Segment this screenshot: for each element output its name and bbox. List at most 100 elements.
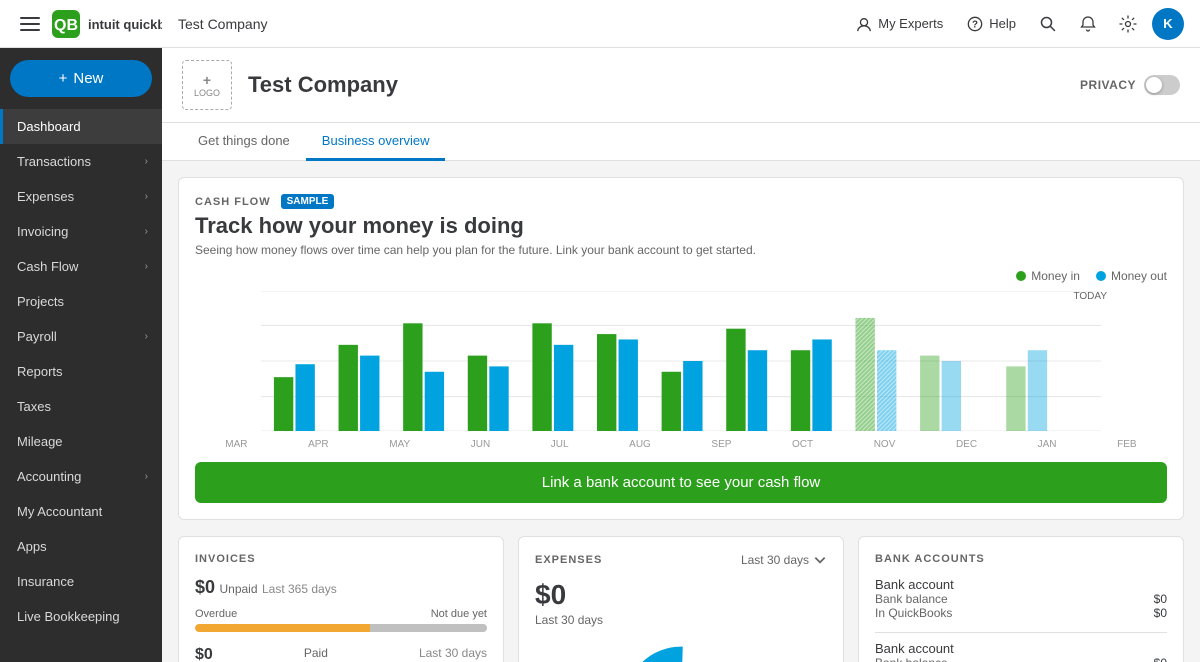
money-out-dot	[1096, 271, 1106, 281]
gear-icon	[1119, 15, 1137, 33]
cash-flow-card: CASH FLOW SAMPLE Track how your money is…	[178, 177, 1184, 520]
cash-flow-title: CASH FLOW	[195, 196, 271, 208]
sidebar-item-insurance[interactable]: Insurance	[0, 564, 162, 599]
sidebar-item-payroll[interactable]: Payroll ›	[0, 319, 162, 354]
not-due-fill	[370, 624, 487, 632]
sidebar: + New Dashboard Transactions › Expenses …	[0, 48, 162, 662]
sidebar-item-dashboard[interactable]: Dashboard	[0, 109, 162, 144]
month-may: MAY	[389, 439, 410, 450]
experts-icon	[856, 16, 872, 32]
paid-days: Last 30 days	[419, 646, 487, 662]
sidebar-item-apps[interactable]: Apps	[0, 529, 162, 564]
nav-company-name: Test Company	[178, 16, 267, 32]
legend-money-in: Money in	[1016, 269, 1080, 283]
bottom-cards: INVOICES $0 Unpaid Last 365 days Overdue…	[178, 536, 1184, 662]
privacy-label: PRIVACY	[1080, 78, 1136, 92]
chevron-right-icon: ›	[145, 471, 148, 482]
sample-badge: SAMPLE	[281, 194, 335, 209]
cash-flow-header: CASH FLOW SAMPLE	[195, 194, 1167, 209]
link-bank-button[interactable]: Link a bank account to see your cash flo…	[195, 462, 1167, 503]
bank-accounts-card: BANK ACCOUNTS Bank account Bank balance …	[858, 536, 1184, 662]
paid-amount: $0	[195, 646, 213, 662]
chart-legend: Money in Money out	[195, 269, 1167, 283]
month-apr: APR	[308, 439, 329, 450]
tab-business-overview[interactable]: Business overview	[306, 123, 446, 161]
expenses-card: EXPENSES Last 30 days $0 Last 30 days	[518, 536, 844, 662]
search-icon	[1039, 15, 1057, 33]
page-tabs: Get things done Business overview	[162, 123, 1200, 161]
svg-text:?: ?	[972, 19, 978, 30]
sidebar-item-accounting[interactable]: Accounting ›	[0, 459, 162, 494]
month-mar: MAR	[225, 439, 247, 450]
month-jun: JUN	[471, 439, 490, 450]
month-oct: OCT	[792, 439, 813, 450]
today-label: TODAY	[1073, 291, 1107, 302]
sidebar-item-projects[interactable]: Projects	[0, 284, 162, 319]
privacy-toggle-switch[interactable]	[1144, 75, 1180, 95]
hamburger-button[interactable]	[16, 13, 44, 35]
paid-label: Paid	[304, 646, 328, 662]
company-logo-box[interactable]: + LOGO	[182, 60, 232, 110]
svg-text:QB: QB	[54, 17, 78, 34]
nav-actions: My Experts ? Help K	[848, 8, 1184, 40]
sidebar-item-invoicing[interactable]: Invoicing ›	[0, 214, 162, 249]
legend-money-out: Money out	[1096, 269, 1167, 283]
cash-flow-subtext: Seeing how money flows over time can hel…	[195, 243, 1167, 257]
bank-account-name-0: Bank account	[875, 577, 1167, 592]
nav-logo: QB intuit quickbooks	[16, 10, 162, 38]
sidebar-item-cashflow[interactable]: Cash Flow ›	[0, 249, 162, 284]
expense-donut-area	[535, 637, 827, 662]
svg-text:intuit quickbooks: intuit quickbooks	[88, 17, 162, 32]
toggle-knob	[1146, 77, 1162, 93]
content-area: + LOGO Test Company PRIVACY Get things d…	[162, 48, 1200, 662]
tab-get-things-done[interactable]: Get things done	[182, 123, 306, 161]
sidebar-item-reports[interactable]: Reports	[0, 354, 162, 389]
invoices-card: INVOICES $0 Unpaid Last 365 days Overdue…	[178, 536, 504, 662]
sidebar-item-expenses[interactable]: Expenses ›	[0, 179, 162, 214]
unpaid-days-text: Last 365 days	[262, 582, 337, 596]
help-button[interactable]: ? Help	[959, 12, 1024, 36]
chevron-right-icon: ›	[145, 331, 148, 342]
quickbooks-logo: QB intuit quickbooks	[52, 10, 162, 38]
month-nov: NOV	[874, 439, 896, 450]
page-header: + LOGO Test Company PRIVACY	[162, 48, 1200, 123]
sidebar-item-live-bookkeeping[interactable]: Live Bookkeeping	[0, 599, 162, 634]
sidebar-item-taxes[interactable]: Taxes	[0, 389, 162, 424]
bank-account-0: Bank account Bank balance $0 In QuickBoo…	[875, 577, 1167, 620]
cash-flow-headline: Track how your money is doing	[195, 213, 1167, 239]
new-button[interactable]: + New	[10, 60, 152, 97]
month-dec: DEC	[956, 439, 977, 450]
sidebar-item-mileage[interactable]: Mileage	[0, 424, 162, 459]
bank-balance-row-1: Bank balance $0	[875, 656, 1167, 662]
chevron-right-icon: ›	[145, 261, 148, 272]
my-experts-button[interactable]: My Experts	[848, 12, 951, 36]
month-jan: JAN	[1038, 439, 1057, 450]
sidebar-item-transactions[interactable]: Transactions ›	[0, 144, 162, 179]
settings-button[interactable]	[1112, 8, 1144, 40]
money-in-dot	[1016, 271, 1026, 281]
notifications-button[interactable]	[1072, 8, 1104, 40]
bank-account-name-1: Bank account	[875, 641, 1167, 656]
plus-icon: +	[59, 70, 68, 87]
unpaid-amount: $0	[195, 577, 215, 597]
expenses-filter[interactable]: Last 30 days	[741, 553, 827, 567]
page-company-name: Test Company	[248, 72, 398, 98]
unpaid-progress-bar	[195, 624, 487, 632]
logo-plus: +	[203, 72, 211, 88]
chevron-right-icon: ›	[145, 156, 148, 167]
bank-accounts-title: BANK ACCOUNTS	[875, 553, 1167, 565]
bank-account-1: Bank account Bank balance $0 In QuickBoo…	[875, 641, 1167, 662]
chart-container: TODAY	[195, 291, 1167, 431]
chevron-down-icon	[813, 553, 827, 567]
paid-row: $0 Paid Last 30 days	[195, 646, 487, 662]
top-nav: QB intuit quickbooks Test Company My Exp…	[0, 0, 1200, 48]
bell-icon	[1079, 15, 1097, 33]
bank-balance-row-0: Bank balance $0	[875, 592, 1167, 606]
search-button[interactable]	[1032, 8, 1064, 40]
sidebar-item-my-accountant[interactable]: My Accountant	[0, 494, 162, 529]
unpaid-label-text: Unpaid	[219, 582, 257, 596]
user-avatar[interactable]: K	[1152, 8, 1184, 40]
help-icon: ?	[967, 16, 983, 32]
logo-label: LOGO	[194, 88, 220, 98]
bank-qb-row-0: In QuickBooks $0	[875, 606, 1167, 620]
